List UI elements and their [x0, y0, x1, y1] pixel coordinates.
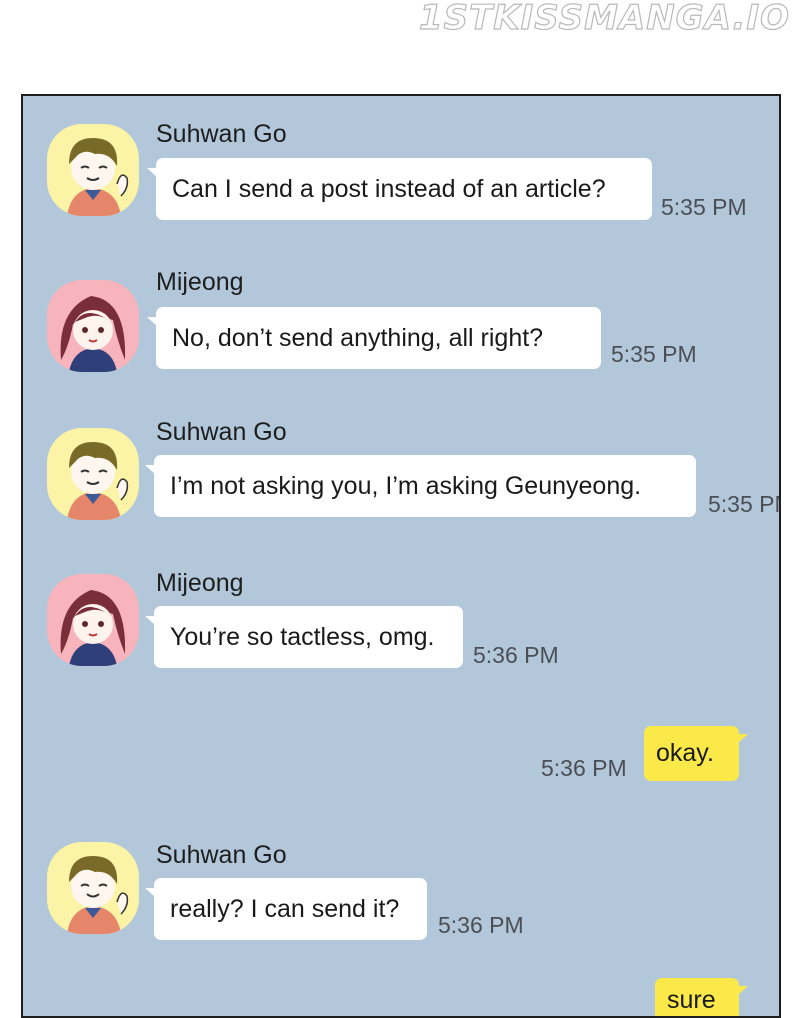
message-time: 5:35 PM [661, 194, 747, 220]
message-bubble[interactable]: You’re so tactless, omg. [145, 606, 463, 668]
sender-name: Mijeong [156, 268, 244, 296]
message-bubble[interactable]: Can I send a post instead of an article? [147, 158, 652, 220]
message-bubble-outgoing[interactable]: sure [655, 978, 748, 1016]
sender-name: Suhwan Go [156, 841, 287, 869]
message-bubble[interactable]: No, don’t send anything, all right? [147, 307, 601, 369]
message-time: 5:36 PM [541, 755, 627, 781]
message-text: You’re so tactless, omg. [170, 622, 435, 651]
suhwan-avatar-icon[interactable] [47, 842, 139, 934]
mijeong-avatar-icon[interactable] [47, 280, 139, 372]
message-text: Can I send a post instead of an article? [172, 174, 606, 203]
message-time: 5:35 PM [708, 491, 779, 517]
mijeong-avatar-icon[interactable] [47, 574, 139, 666]
suhwan-avatar-icon[interactable] [47, 124, 139, 216]
sender-name: Suhwan Go [156, 120, 287, 148]
watermark: 1STKISSMANGA.IO [418, 0, 790, 39]
message-text: No, don’t send anything, all right? [172, 323, 544, 352]
sender-name: Mijeong [156, 569, 244, 597]
message-bubble[interactable]: really? I can send it? [145, 878, 427, 940]
message-text: sure [667, 986, 716, 1014]
message-text: okay. [656, 739, 714, 767]
message-bubble-outgoing[interactable]: okay. [644, 726, 748, 781]
message-time: 5:35 PM [611, 341, 697, 367]
chat-window[interactable]: Suhwan Go Can I send a post instead of a… [21, 94, 781, 1018]
message-time: 5:36 PM [473, 642, 559, 668]
sender-name: Suhwan Go [156, 418, 287, 446]
message-bubble[interactable]: I’m not asking you, I’m asking Geunyeong… [145, 455, 696, 517]
message-text: really? I can send it? [170, 894, 400, 923]
suhwan-avatar-icon[interactable] [47, 428, 139, 520]
message-text: I’m not asking you, I’m asking Geunyeong… [170, 471, 642, 500]
message-time: 5:36 PM [438, 912, 524, 938]
